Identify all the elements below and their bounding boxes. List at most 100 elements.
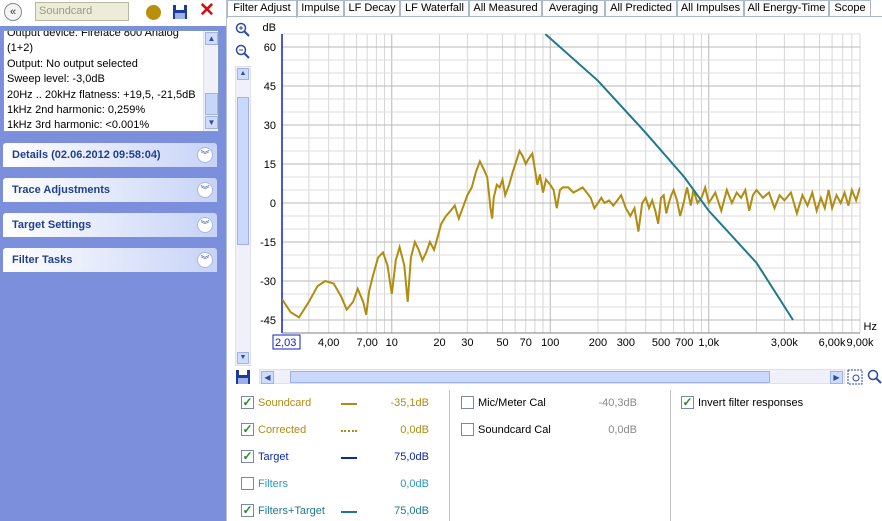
- x-tick-label: 3,00k: [771, 337, 798, 349]
- save-icon[interactable]: [235, 369, 251, 385]
- legend-row-filters[interactable]: Filters 0,0dB: [241, 476, 441, 492]
- y-axis-scrollbar[interactable]: ▲ ▼: [235, 66, 251, 366]
- legend-row-target[interactable]: ✓ Target 75,0dB: [241, 449, 441, 465]
- tab-impulse[interactable]: Impulse: [297, 0, 344, 17]
- scroll-thumb[interactable]: [237, 97, 249, 245]
- x-tick-label: 9,00k: [847, 337, 874, 349]
- target-settings-section[interactable]: Target Settings ︾: [3, 213, 217, 237]
- scroll-up-icon[interactable]: ▲: [237, 68, 249, 80]
- soundcard-cal-checkbox[interactable]: [461, 423, 474, 436]
- legend-label: Mic/Meter Cal: [478, 397, 546, 409]
- target-checkbox[interactable]: ✓: [241, 450, 254, 463]
- invert-filter-responses-option[interactable]: ✓ Invert filter responses: [681, 395, 871, 411]
- filters-target-checkbox[interactable]: ✓: [241, 504, 254, 517]
- details-section[interactable]: Details (02.06.2012 09:58:04) ︾: [3, 143, 217, 167]
- tab-scope[interactable]: Scope: [829, 0, 871, 17]
- zoom-out-icon[interactable]: [235, 44, 251, 60]
- scroll-thumb[interactable]: [290, 371, 770, 383]
- y-tick-label: -45: [260, 315, 276, 327]
- x-tick-label: 70: [520, 337, 532, 349]
- section-title: Details (02.06.2012 09:58:04): [12, 149, 161, 161]
- scroll-down-icon[interactable]: ▼: [237, 352, 249, 364]
- trace-legend: ✓ Soundcard -35,1dB ✓ Corrected 0,0dB ✓ …: [227, 386, 882, 521]
- x-axis-label: Hz: [864, 321, 877, 333]
- zoom-fit-icon[interactable]: [847, 369, 863, 385]
- legend-label: Filters: [258, 478, 288, 490]
- x-tick-label: 100: [541, 337, 559, 349]
- info-line: Output device: Fireface 800 Analog: [7, 30, 179, 39]
- legend-row-mic-meter-cal[interactable]: Mic/Meter Cal -40,3dB: [461, 395, 661, 411]
- legend-value: 0,0dB: [608, 424, 637, 436]
- scroll-up-icon[interactable]: ▲: [205, 32, 218, 45]
- frequency-response-chart[interactable]: 60 45 30 15 0 -15 -30 -45 dB Hz 2,03 4,00 7,00 10 20 30…: [259, 20, 882, 366]
- invert-filter-responses-checkbox[interactable]: ✓: [681, 396, 694, 409]
- legend-row-filters-target[interactable]: ✓ Filters+Target 75,0dB: [241, 503, 441, 519]
- y-tick-label: 0: [270, 198, 276, 210]
- info-line: (1+2): [7, 42, 33, 55]
- line-sample: [341, 403, 357, 405]
- measurement-toolbar: « Soundcard ✕: [0, 0, 226, 26]
- tab-all-measured[interactable]: All Measured: [469, 0, 542, 17]
- legend-row-corrected[interactable]: ✓ Corrected 0,0dB: [241, 422, 441, 438]
- zoom-icon[interactable]: [867, 369, 882, 385]
- legend-value: -35,1dB: [390, 397, 429, 409]
- corrected-checkbox[interactable]: ✓: [241, 423, 254, 436]
- legend-label: Soundcard Cal: [478, 424, 551, 436]
- scroll-right-icon[interactable]: ▶: [830, 371, 843, 384]
- info-scrollbar[interactable]: ▲ ▼: [203, 31, 218, 131]
- legend-label: Invert filter responses: [698, 397, 804, 409]
- tab-all-energy-time[interactable]: All Energy-Time: [744, 0, 829, 17]
- tab-lf-decay[interactable]: LF Decay: [344, 0, 400, 17]
- scroll-track[interactable]: ◀ ▶: [259, 369, 845, 384]
- legend-row-soundcard[interactable]: ✓ Soundcard -35,1dB: [241, 395, 441, 411]
- x-tick-label: 7,00: [356, 337, 377, 349]
- x-tick-label: 30: [461, 337, 473, 349]
- line-sample: [341, 430, 357, 432]
- chevron-down-icon[interactable]: ︾: [197, 147, 213, 163]
- x-tick-label: 700: [675, 337, 693, 349]
- tab-averaging[interactable]: Averaging: [542, 0, 605, 17]
- section-title: Trace Adjustments: [12, 184, 111, 196]
- y-tick-label: -30: [260, 276, 276, 288]
- x-tick-label: 300: [617, 337, 635, 349]
- chevron-down-icon[interactable]: ︾: [197, 252, 213, 268]
- legend-value: 0,0dB: [400, 424, 429, 436]
- legend-label: Target: [258, 451, 289, 463]
- measurement-name-field[interactable]: Soundcard: [35, 2, 129, 21]
- mic-meter-cal-checkbox[interactable]: [461, 396, 474, 409]
- y-tick-label: 15: [264, 159, 276, 171]
- section-title: Target Settings: [12, 219, 92, 231]
- collapse-panel-button[interactable]: «: [4, 3, 22, 21]
- graph-tabs: Filter Adjust Impulse LF Decay LF Waterf…: [227, 0, 882, 18]
- chevron-down-icon[interactable]: ︾: [197, 217, 213, 233]
- legend-value: 75,0dB: [394, 505, 429, 517]
- info-line: 1kHz 3rd harmonic: <0.001%: [7, 119, 150, 132]
- filters-checkbox[interactable]: [241, 477, 254, 490]
- remove-measurement-icon[interactable]: ✕: [199, 1, 216, 20]
- legend-row-soundcard-cal[interactable]: Soundcard Cal 0,0dB: [461, 422, 661, 438]
- tab-all-impulses[interactable]: All Impulses: [677, 0, 744, 17]
- y-tick-label: 30: [264, 120, 276, 132]
- scroll-thumb[interactable]: [205, 93, 218, 115]
- soundcard-checkbox[interactable]: ✓: [241, 396, 254, 409]
- y-tick-label: 45: [264, 81, 276, 93]
- graph-area: Filter Adjust Impulse LF Decay LF Waterf…: [226, 0, 882, 521]
- x-axis-scrollbar[interactable]: ◀ ▶: [235, 369, 882, 385]
- scroll-down-icon[interactable]: ▼: [205, 116, 218, 129]
- zoom-in-icon[interactable]: [235, 22, 251, 38]
- y-tick-label: -15: [260, 237, 276, 249]
- info-line: 1kHz 2nd harmonic: 0,259%: [7, 104, 146, 117]
- trace-color-swatch[interactable]: [146, 5, 161, 20]
- filter-tasks-section[interactable]: Filter Tasks ︾: [3, 248, 217, 272]
- section-title: Filter Tasks: [12, 254, 73, 266]
- legend-label: Soundcard: [258, 397, 312, 409]
- x-tick-label: 2,03: [275, 337, 296, 349]
- trace-adjustments-section[interactable]: Trace Adjustments ︾: [3, 178, 217, 202]
- tab-lf-waterfall[interactable]: LF Waterfall: [400, 0, 469, 17]
- tab-all-predicted[interactable]: All Predicted: [605, 0, 677, 17]
- save-icon[interactable]: [172, 4, 188, 20]
- scroll-left-icon[interactable]: ◀: [261, 371, 274, 384]
- y-axis-label: dB: [263, 22, 276, 34]
- y-tick-label: 60: [264, 42, 276, 54]
- chevron-down-icon[interactable]: ︾: [197, 182, 213, 198]
